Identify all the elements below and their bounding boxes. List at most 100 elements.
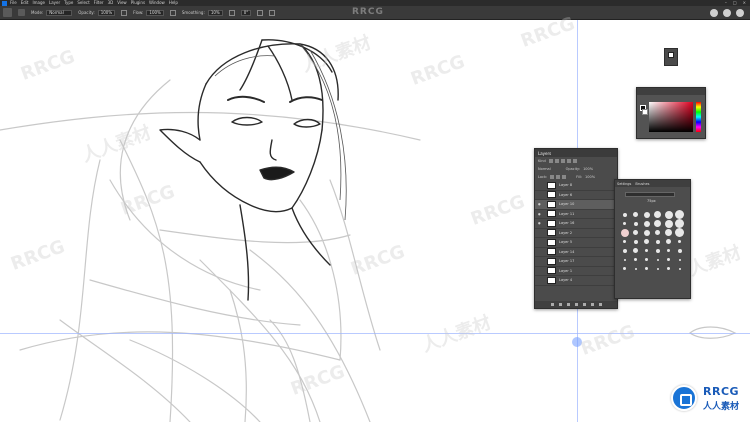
ps-logo-icon[interactable] [2,0,7,6]
layer-row[interactable]: Layer 6 [535,191,617,200]
brush-tool-icon[interactable] [3,8,12,17]
brush-preset-selected[interactable] [620,228,629,237]
brush-preset[interactable] [622,248,627,253]
brush-preset[interactable] [644,239,649,244]
brush-preset[interactable] [654,211,661,218]
layer-row[interactable]: Layer 14 [535,248,617,257]
brush-preset[interactable] [678,258,681,261]
fill-value[interactable]: 100% [585,175,595,179]
airbrush-icon[interactable] [169,9,176,16]
mini-tool-panel[interactable] [664,48,678,66]
filter-shape-icon[interactable] [566,159,571,163]
filter-pixel-icon[interactable] [548,159,553,163]
horizontal-guide[interactable] [0,333,750,334]
brush-preset[interactable] [623,258,626,261]
tab-brush-settings[interactable]: Settings [617,182,631,186]
add-mask-icon[interactable] [566,303,570,306]
layer-row[interactable]: ● Layer 16 [535,219,617,229]
brush-preset[interactable] [677,248,682,253]
brush-preset[interactable] [675,228,684,237]
tab-brushes[interactable]: Brushes [635,182,649,186]
brush-preset-icon[interactable] [18,9,25,16]
brush-preset[interactable] [655,248,660,253]
brush-preset[interactable] [667,267,670,270]
pressure-opacity-icon[interactable] [121,9,128,16]
filter-type-icon[interactable] [560,159,565,163]
angle-field[interactable]: 0° [240,9,252,16]
brush-preset[interactable] [633,248,638,253]
brush-preset[interactable] [667,249,670,252]
layer-style-icon[interactable] [558,303,562,306]
brush-preset[interactable] [656,267,659,270]
layer-row[interactable]: Layer 5 [535,238,617,248]
filter-smart-icon[interactable] [572,159,577,163]
symmetry-icon[interactable] [269,9,276,16]
brush-preset[interactable] [655,239,660,244]
layer-row-selected[interactable]: ● Layer 10 [535,200,617,210]
new-layer-icon[interactable] [590,303,594,306]
workspace-icon[interactable] [723,9,731,17]
background-color-swatch[interactable] [642,109,648,115]
brush-preset[interactable] [665,229,672,236]
smoothing-field[interactable]: 10% [207,9,223,16]
brush-size-slider[interactable] [625,192,675,197]
lock-pixels-icon[interactable] [550,175,555,179]
delete-layer-icon[interactable] [598,303,602,306]
brush-preset[interactable] [623,240,626,243]
color-swatch-icon[interactable] [668,52,674,58]
mode-select[interactable]: Normal [46,9,73,16]
search-icon[interactable] [710,9,718,17]
brush-preset[interactable] [675,210,684,219]
brush-preset[interactable] [675,219,684,228]
brush-preset[interactable] [654,220,661,227]
brush-preset[interactable] [645,249,648,252]
brush-preset[interactable] [623,267,626,270]
layers-panel-title[interactable]: Layers [538,151,551,156]
lock-position-icon[interactable] [556,175,561,179]
brush-preset[interactable] [633,221,638,226]
hue-slider[interactable] [696,102,701,132]
brush-preset[interactable] [664,219,673,228]
blend-mode-select[interactable]: Normal [538,167,551,171]
layer-row[interactable]: Layer 1 [535,267,617,276]
flow-field[interactable]: 100% [146,9,164,16]
brush-preset[interactable] [633,239,638,244]
brush-preset[interactable] [656,258,659,261]
adjustment-layer-icon[interactable] [574,303,578,306]
visibility-eye-icon[interactable]: ● [538,202,543,206]
brush-preset[interactable] [643,211,650,218]
visibility-eye-icon[interactable]: ● [538,212,543,216]
brush-preset[interactable] [667,258,670,261]
filter-adjust-icon[interactable] [554,159,559,163]
brush-preset[interactable] [633,230,638,235]
brush-preset[interactable] [633,212,638,217]
link-layers-icon[interactable] [550,303,554,306]
brush-preset[interactable] [643,220,650,227]
brush-preset[interactable] [643,229,650,236]
new-group-icon[interactable] [582,303,586,306]
brush-preset[interactable] [645,267,648,270]
layer-row[interactable]: Layer 4 [535,276,617,286]
color-picker-field[interactable] [649,102,693,132]
brush-preset[interactable] [622,212,627,217]
layer-row[interactable]: ● Layer 11 [535,210,617,219]
brush-preset[interactable] [623,222,626,225]
share-icon[interactable] [736,9,744,17]
visibility-eye-icon[interactable]: ● [538,221,543,225]
layer-row[interactable]: Layer 8 [535,181,617,191]
brush-preset[interactable] [634,258,637,261]
pressure-size-icon[interactable] [257,9,264,16]
brush-preset[interactable] [666,239,671,244]
layer-row[interactable]: Layer 17 [535,257,617,267]
smoothing-settings-icon[interactable] [228,9,235,16]
brush-preset[interactable] [678,267,681,270]
brush-preset[interactable] [664,210,673,219]
lock-all-icon[interactable] [562,175,567,179]
brush-preset[interactable] [678,240,681,243]
opacity-field[interactable]: 100% [97,9,116,16]
layer-opacity-value[interactable]: 100% [583,167,593,171]
layer-row[interactable]: Layer 2 [535,229,617,238]
brush-size-value[interactable]: 75px [647,199,656,203]
brush-preset[interactable] [655,230,660,235]
filter-kind-select[interactable]: Kind [538,159,546,163]
